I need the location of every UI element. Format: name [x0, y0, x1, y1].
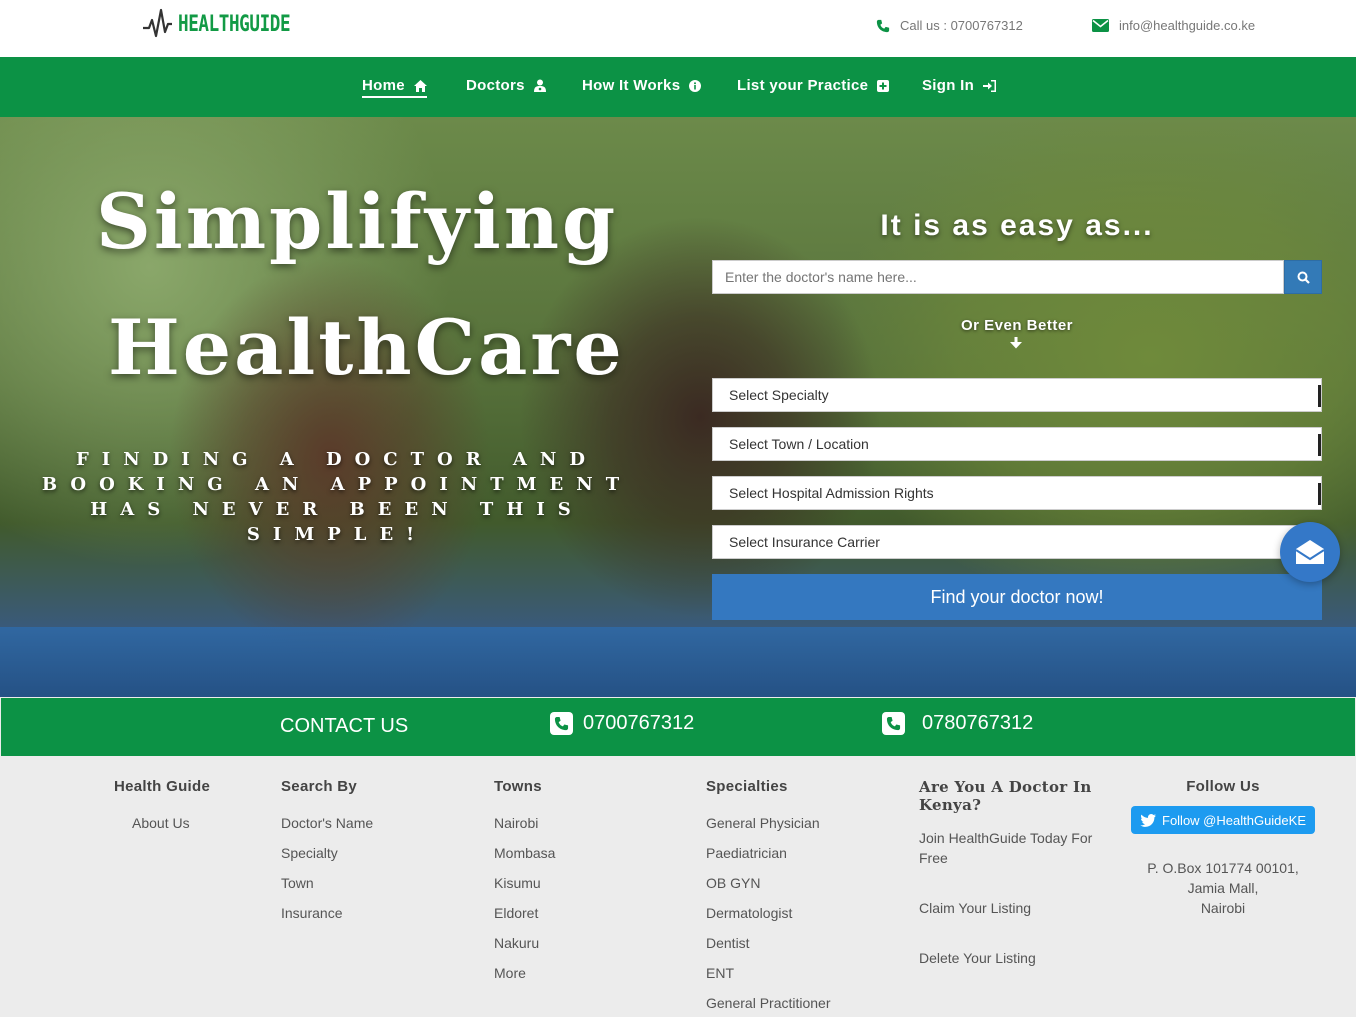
nav-doctors-label: Doctors	[466, 77, 525, 94]
address-line-1: P. O.Box 101774 00101,	[1147, 860, 1299, 876]
footer-link-about-us[interactable]: About Us	[114, 808, 210, 838]
footer-link-join[interactable]: Join HealthGuide Today For Free	[919, 828, 1109, 868]
footer-link-nakuru[interactable]: Nakuru	[494, 928, 555, 958]
footer-link-nairobi[interactable]: Nairobi	[494, 808, 555, 838]
plus-square-icon	[877, 79, 890, 92]
hero-subtitle: FINDING A DOCTOR AND BOOKING AN APPOINTM…	[41, 449, 633, 545]
footer-link-eldoret[interactable]: Eldoret	[494, 898, 555, 928]
footer-link-dermatologist[interactable]: Dermatologist	[706, 898, 831, 928]
twitter-follow-label: Follow @HealthGuideKE	[1162, 812, 1306, 828]
insurance-select[interactable]: Select Insurance Carrier	[712, 525, 1322, 559]
nav-sign-in[interactable]: Sign In	[922, 77, 997, 94]
footer-link-kisumu[interactable]: Kisumu	[494, 868, 555, 898]
nav-how-label: How It Works	[582, 77, 681, 94]
footer-col-doctor: Are You A Doctor In Kenya? Join HealthGu…	[919, 778, 1109, 968]
footer-heading-follow: Follow Us	[1186, 778, 1260, 795]
chat-widget-button[interactable]	[1280, 522, 1340, 582]
postal-address: P. O.Box 101774 00101, Jamia Mall, Nairo…	[1131, 858, 1315, 918]
logo-text: HEALTHGUIDE	[178, 11, 291, 37]
footer: Health Guide About Us Search By Doctor's…	[0, 757, 1356, 1017]
top-bar: HEALTHGUIDE Call us : 0700767312 info@he…	[0, 0, 1356, 57]
heartbeat-logo-icon	[143, 8, 172, 38]
footer-link-specialty[interactable]: Specialty	[281, 838, 373, 868]
footer-col-towns: Towns Nairobi Mombasa Kisumu Eldoret Nak…	[494, 778, 555, 988]
nav-list-label: List your Practice	[737, 77, 869, 94]
hero-background-rail	[0, 627, 1356, 697]
footer-link-town[interactable]: Town	[281, 868, 373, 898]
header-phone[interactable]: Call us : 0700767312	[876, 18, 1023, 33]
footer-col-health-guide: Health Guide About Us	[114, 778, 210, 838]
header-phone-text: Call us : 0700767312	[900, 18, 1023, 33]
search-button[interactable]	[1284, 260, 1322, 294]
footer-link-mombasa[interactable]: Mombasa	[494, 838, 555, 868]
footer-link-doctor-name[interactable]: Doctor's Name	[281, 808, 373, 838]
footer-link-delete-listing[interactable]: Delete Your Listing	[919, 948, 1109, 968]
contact-phone-2[interactable]: 0780767312	[882, 712, 1033, 735]
town-select[interactable]: Select Town / Location	[712, 427, 1322, 461]
address-line-2: Jamia Mall,	[1187, 880, 1259, 896]
nav-home-label: Home	[362, 77, 405, 94]
easy-heading: It is as easy as...	[880, 209, 1154, 242]
footer-link-ent[interactable]: ENT	[706, 958, 831, 988]
hero-title-line2: HealthCare	[108, 303, 625, 392]
footer-link-more-towns[interactable]: More	[494, 958, 555, 988]
contact-us-label: CONTACT US	[280, 715, 409, 737]
nav-home[interactable]: Home	[362, 77, 427, 98]
footer-heading-specialties: Specialties	[706, 778, 788, 795]
nav-how-it-works[interactable]: How It Works	[582, 77, 702, 94]
phone-square-icon	[550, 712, 573, 735]
hero-title-line1: Simplifying	[96, 177, 619, 266]
phone-icon	[876, 19, 890, 32]
main-nav: Home Doctors How It Works List your Prac…	[0, 57, 1356, 117]
footer-link-general-practitioner[interactable]: General Practitioner	[706, 988, 831, 1017]
logo[interactable]: HEALTHGUIDE	[142, 6, 318, 42]
twitter-icon	[1140, 813, 1156, 827]
find-doctor-button[interactable]: Find your doctor now!	[712, 574, 1322, 620]
home-icon	[413, 79, 427, 92]
footer-col-specialties: Specialties General Physician Paediatric…	[706, 778, 831, 1017]
header-email[interactable]: info@healthguide.co.ke	[1092, 18, 1255, 33]
contact-phone-1-text: 0700767312	[583, 712, 695, 734]
footer-heading-towns: Towns	[494, 778, 542, 795]
header-email-text: info@healthguide.co.ke	[1119, 18, 1256, 33]
hero-banner: Simplifying HealthCare FINDING A DOCTOR …	[0, 117, 1356, 697]
footer-heading-search-by: Search By	[281, 778, 358, 795]
footer-link-ob-gyn[interactable]: OB GYN	[706, 868, 831, 898]
nav-signin-label: Sign In	[922, 77, 975, 94]
address-line-3: Nairobi	[1200, 900, 1246, 916]
footer-col-follow: Follow Us Follow @HealthGuideKE P. O.Box…	[1131, 778, 1315, 918]
open-envelope-icon	[1295, 540, 1325, 564]
info-circle-icon	[689, 79, 702, 92]
nav-doctors[interactable]: Doctors	[466, 77, 546, 94]
arrow-down-icon	[1010, 337, 1022, 349]
nav-list-practice[interactable]: List your Practice	[737, 77, 890, 94]
footer-heading-health-guide: Health Guide	[114, 778, 211, 795]
search-icon	[1297, 271, 1310, 284]
phone-square-icon	[882, 712, 905, 735]
footer-link-claim-listing[interactable]: Claim Your Listing	[919, 898, 1109, 918]
sign-in-icon	[983, 79, 997, 92]
footer-link-insurance[interactable]: Insurance	[281, 898, 373, 928]
twitter-follow-button[interactable]: Follow @HealthGuideKE	[1131, 806, 1315, 834]
hospital-select[interactable]: Select Hospital Admission Rights	[712, 476, 1322, 510]
user-md-icon	[533, 79, 546, 92]
contact-phone-1[interactable]: 0700767312	[550, 712, 694, 735]
footer-link-general-physician[interactable]: General Physician	[706, 808, 831, 838]
footer-col-search-by: Search By Doctor's Name Specialty Town I…	[281, 778, 373, 928]
footer-link-paediatrician[interactable]: Paediatrician	[706, 838, 831, 868]
contact-strip: CONTACT US 0700767312 0780767312	[1, 698, 1355, 756]
specialty-select[interactable]: Select Specialty	[712, 378, 1322, 412]
footer-heading-doctor: Are You A Doctor In Kenya?	[919, 778, 1092, 814]
doctor-search-input[interactable]	[712, 260, 1284, 294]
footer-link-dentist[interactable]: Dentist	[706, 928, 831, 958]
envelope-icon	[1092, 19, 1109, 32]
or-even-better-label: Or Even Better	[960, 317, 1074, 334]
contact-phone-2-text: 0780767312	[922, 712, 1034, 734]
